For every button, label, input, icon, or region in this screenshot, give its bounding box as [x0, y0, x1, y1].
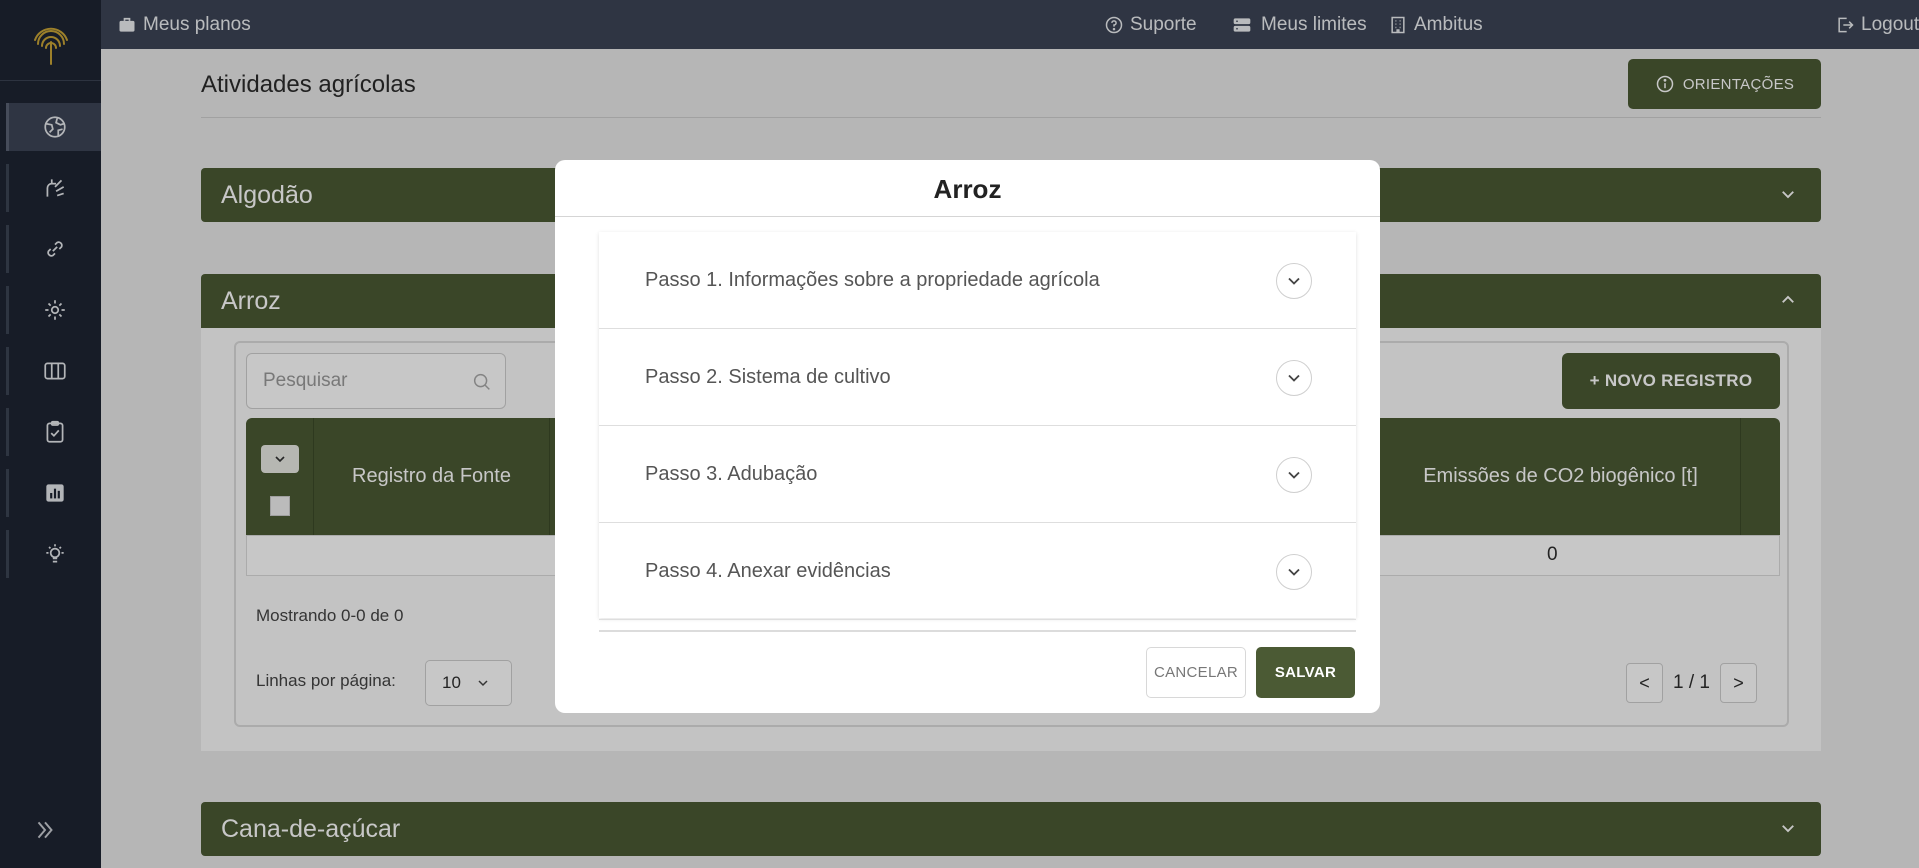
chevron-down-icon — [1288, 374, 1300, 382]
chevron-down-icon — [1288, 568, 1300, 576]
modal-divider — [555, 216, 1380, 217]
chevron-down-icon — [1288, 277, 1300, 285]
expand-step-button[interactable] — [1276, 554, 1312, 590]
step-4-header[interactable]: Passo 4. Anexar evidências — [599, 523, 1356, 620]
expand-step-button[interactable] — [1276, 360, 1312, 396]
step-label: Passo 1. Informações sobre a propriedade… — [645, 268, 1100, 291]
expand-step-button[interactable] — [1276, 457, 1312, 493]
cancel-button[interactable]: CANCELAR — [1146, 647, 1246, 698]
rice-modal: Arroz Passo 1. Informações sobre a propr… — [555, 160, 1380, 713]
chevron-down-icon — [1288, 471, 1300, 479]
step-1-header[interactable]: Passo 1. Informações sobre a propriedade… — [599, 232, 1356, 329]
modal-footer-divider — [599, 630, 1356, 632]
modal-title: Arroz — [933, 174, 1002, 204]
step-label: Passo 4. Anexar evidências — [645, 559, 891, 582]
step-3-header[interactable]: Passo 3. Adubação — [599, 426, 1356, 523]
step-2-header[interactable]: Passo 2. Sistema de cultivo — [599, 329, 1356, 426]
step-label: Passo 3. Adubação — [645, 462, 818, 485]
expand-step-button[interactable] — [1276, 263, 1312, 299]
save-button[interactable]: SALVAR — [1256, 647, 1355, 698]
step-label: Passo 2. Sistema de cultivo — [645, 365, 891, 388]
steps-accordion: Passo 1. Informações sobre a propriedade… — [599, 232, 1356, 620]
